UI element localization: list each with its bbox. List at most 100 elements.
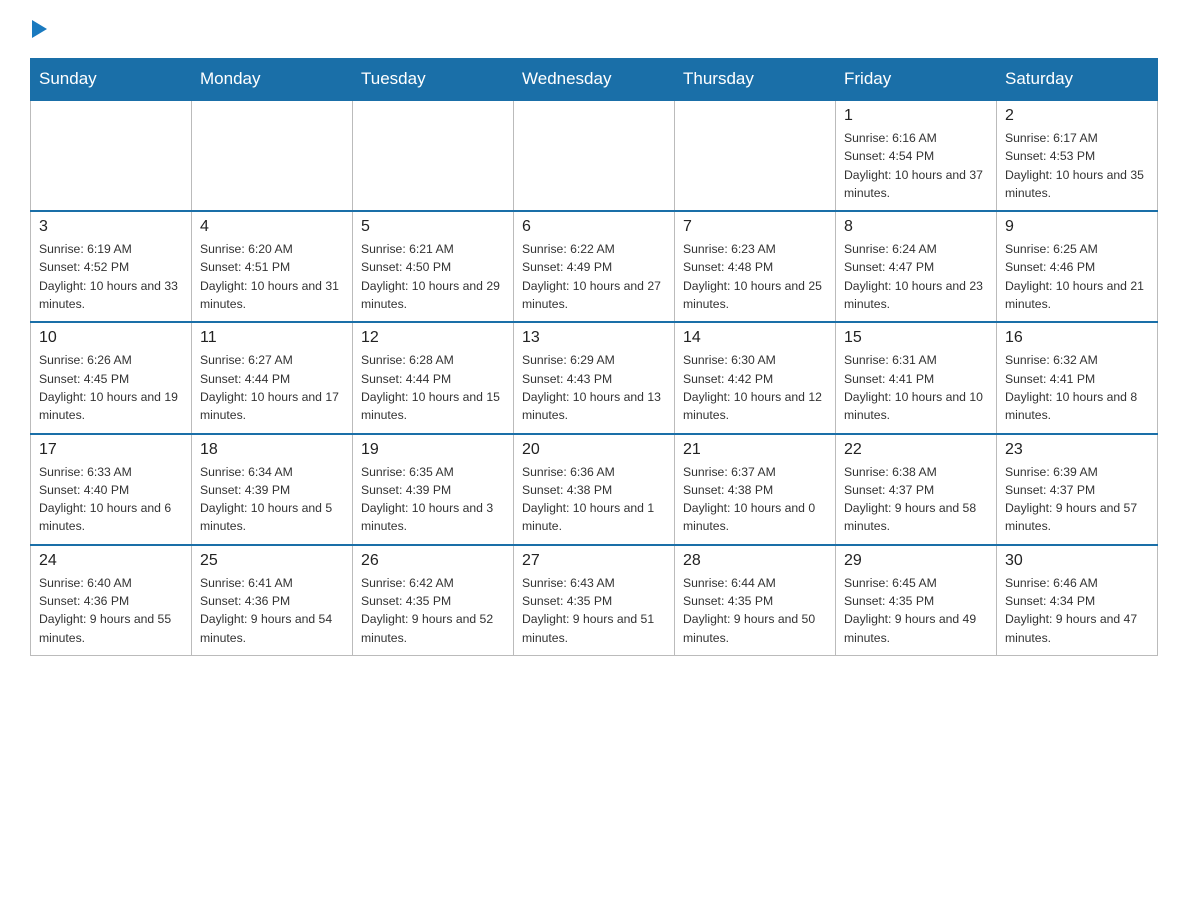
day-info: Sunrise: 6:22 AM Sunset: 4:49 PM Dayligh… [522,240,666,313]
day-number: 24 [39,552,183,570]
day-info: Sunrise: 6:24 AM Sunset: 4:47 PM Dayligh… [844,240,988,313]
calendar-cell: 12 Sunrise: 6:28 AM Sunset: 4:44 PM Dayli… [353,322,514,433]
calendar-cell: 1Sunrise: 6:16 AM Sunset: 4:54 PM Daylig… [836,100,997,211]
week-row-5: 24 Sunrise: 6:40 AM Sunset: 4:36 PM Dayli… [31,545,1158,656]
day-number: 2 [1005,107,1149,125]
calendar-cell: 18Sunrise: 6:34 AM Sunset: 4:39 PM Dayli… [192,434,353,545]
calendar-cell: 30 Sunrise: 6:46 AM Sunset: 4:34 PM Dayli… [997,545,1158,656]
calendar-cell: 16 Sunrise: 6:32 AM Sunset: 4:41 PM Dayli… [997,322,1158,433]
day-number: 14 [683,329,827,347]
day-info: Sunrise: 6:26 AM Sunset: 4:45 PM Dayligh… [39,351,183,424]
day-info: Sunrise: 6:32 AM Sunset: 4:41 PM Dayligh… [1005,351,1149,424]
week-row-4: 17 Sunrise: 6:33 AM Sunset: 4:40 PM Dayli… [31,434,1158,545]
calendar-cell [192,100,353,211]
logo [30,20,48,38]
day-info: Sunrise: 6:30 AM Sunset: 4:42 PM Dayligh… [683,351,827,424]
weekday-header-tuesday: Tuesday [353,59,514,101]
weekday-header-saturday: Saturday [997,59,1158,101]
calendar-cell: 7 Sunrise: 6:23 AM Sunset: 4:48 PM Daylig… [675,211,836,322]
day-number: 25 [200,552,344,570]
calendar-cell: 9Sunrise: 6:25 AM Sunset: 4:46 PM Daylig… [997,211,1158,322]
day-info: Sunrise: 6:41 AM Sunset: 4:36 PM Dayligh… [200,574,344,647]
calendar-cell: 19 Sunrise: 6:35 AM Sunset: 4:39 PM Dayli… [353,434,514,545]
day-number: 5 [361,218,505,236]
day-number: 19 [361,441,505,459]
weekday-header-row: SundayMondayTuesdayWednesdayThursdayFrid… [31,59,1158,101]
day-number: 23 [1005,441,1149,459]
day-info: Sunrise: 6:21 AM Sunset: 4:50 PM Dayligh… [361,240,505,313]
calendar-cell: 8 Sunrise: 6:24 AM Sunset: 4:47 PM Daylig… [836,211,997,322]
calendar-cell: 2 Sunrise: 6:17 AM Sunset: 4:53 PM Daylig… [997,100,1158,211]
day-info: Sunrise: 6:42 AM Sunset: 4:35 PM Dayligh… [361,574,505,647]
day-number: 8 [844,218,988,236]
day-number: 30 [1005,552,1149,570]
calendar-cell: 22Sunrise: 6:38 AM Sunset: 4:37 PM Dayli… [836,434,997,545]
calendar-cell: 4 Sunrise: 6:20 AM Sunset: 4:51 PM Daylig… [192,211,353,322]
calendar-cell: 25 Sunrise: 6:41 AM Sunset: 4:36 PM Dayli… [192,545,353,656]
day-number: 7 [683,218,827,236]
calendar-cell: 27Sunrise: 6:43 AM Sunset: 4:35 PM Dayli… [514,545,675,656]
week-row-2: 3 Sunrise: 6:19 AM Sunset: 4:52 PM Daylig… [31,211,1158,322]
weekday-header-monday: Monday [192,59,353,101]
day-number: 22 [844,441,988,459]
day-info: Sunrise: 6:35 AM Sunset: 4:39 PM Dayligh… [361,463,505,536]
day-number: 21 [683,441,827,459]
day-number: 20 [522,441,666,459]
day-info: Sunrise: 6:40 AM Sunset: 4:36 PM Dayligh… [39,574,183,647]
calendar-cell [353,100,514,211]
day-info: Sunrise: 6:29 AM Sunset: 4:43 PM Dayligh… [522,351,666,424]
day-number: 11 [200,329,344,347]
day-number: 9 [1005,218,1149,236]
day-info: Sunrise: 6:23 AM Sunset: 4:48 PM Dayligh… [683,240,827,313]
day-number: 10 [39,329,183,347]
page-header [30,20,1158,38]
day-info: Sunrise: 6:16 AM Sunset: 4:54 PM Dayligh… [844,129,988,202]
calendar-cell: 5 Sunrise: 6:21 AM Sunset: 4:50 PM Daylig… [353,211,514,322]
day-info: Sunrise: 6:20 AM Sunset: 4:51 PM Dayligh… [200,240,344,313]
day-number: 12 [361,329,505,347]
day-info: Sunrise: 6:19 AM Sunset: 4:52 PM Dayligh… [39,240,183,313]
calendar-cell: 6 Sunrise: 6:22 AM Sunset: 4:49 PM Daylig… [514,211,675,322]
calendar-cell: 13 Sunrise: 6:29 AM Sunset: 4:43 PM Dayli… [514,322,675,433]
day-info: Sunrise: 6:17 AM Sunset: 4:53 PM Dayligh… [1005,129,1149,202]
calendar-cell: 17 Sunrise: 6:33 AM Sunset: 4:40 PM Dayli… [31,434,192,545]
weekday-header-wednesday: Wednesday [514,59,675,101]
day-info: Sunrise: 6:39 AM Sunset: 4:37 PM Dayligh… [1005,463,1149,536]
calendar-cell: 23 Sunrise: 6:39 AM Sunset: 4:37 PM Dayli… [997,434,1158,545]
calendar-cell: 21 Sunrise: 6:37 AM Sunset: 4:38 PM Dayli… [675,434,836,545]
week-row-1: 1Sunrise: 6:16 AM Sunset: 4:54 PM Daylig… [31,100,1158,211]
day-info: Sunrise: 6:27 AM Sunset: 4:44 PM Dayligh… [200,351,344,424]
day-info: Sunrise: 6:44 AM Sunset: 4:35 PM Dayligh… [683,574,827,647]
calendar-cell: 20 Sunrise: 6:36 AM Sunset: 4:38 PM Dayli… [514,434,675,545]
day-number: 6 [522,218,666,236]
calendar-cell: 14 Sunrise: 6:30 AM Sunset: 4:42 PM Dayli… [675,322,836,433]
day-number: 3 [39,218,183,236]
day-info: Sunrise: 6:46 AM Sunset: 4:34 PM Dayligh… [1005,574,1149,647]
day-info: Sunrise: 6:36 AM Sunset: 4:38 PM Dayligh… [522,463,666,536]
day-number: 16 [1005,329,1149,347]
weekday-header-thursday: Thursday [675,59,836,101]
day-number: 17 [39,441,183,459]
logo-arrow-icon [32,20,47,38]
calendar-cell [675,100,836,211]
day-info: Sunrise: 6:31 AM Sunset: 4:41 PM Dayligh… [844,351,988,424]
calendar-cell: 10 Sunrise: 6:26 AM Sunset: 4:45 PM Dayli… [31,322,192,433]
calendar-cell [31,100,192,211]
day-number: 4 [200,218,344,236]
day-number: 28 [683,552,827,570]
day-info: Sunrise: 6:28 AM Sunset: 4:44 PM Dayligh… [361,351,505,424]
day-number: 29 [844,552,988,570]
day-info: Sunrise: 6:45 AM Sunset: 4:35 PM Dayligh… [844,574,988,647]
calendar-cell: 3 Sunrise: 6:19 AM Sunset: 4:52 PM Daylig… [31,211,192,322]
day-number: 18 [200,441,344,459]
day-info: Sunrise: 6:33 AM Sunset: 4:40 PM Dayligh… [39,463,183,536]
day-info: Sunrise: 6:37 AM Sunset: 4:38 PM Dayligh… [683,463,827,536]
calendar-table: SundayMondayTuesdayWednesdayThursdayFrid… [30,58,1158,656]
calendar-cell: 29 Sunrise: 6:45 AM Sunset: 4:35 PM Dayli… [836,545,997,656]
day-number: 15 [844,329,988,347]
calendar-cell: 26Sunrise: 6:42 AM Sunset: 4:35 PM Dayli… [353,545,514,656]
calendar-cell: 28 Sunrise: 6:44 AM Sunset: 4:35 PM Dayli… [675,545,836,656]
day-number: 13 [522,329,666,347]
day-number: 27 [522,552,666,570]
weekday-header-friday: Friday [836,59,997,101]
